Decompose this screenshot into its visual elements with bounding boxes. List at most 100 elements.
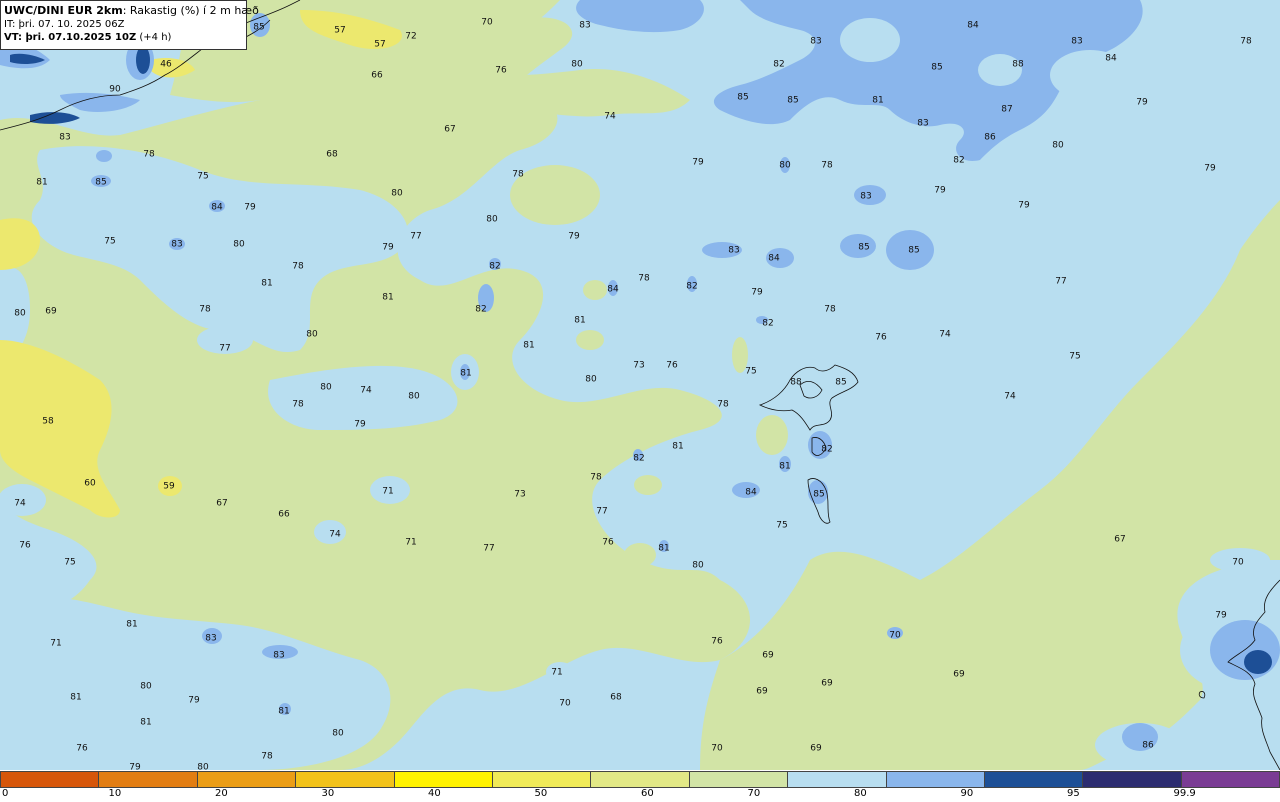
humidity-value-label: 66 — [371, 71, 383, 81]
humidity-value-label: 79 — [244, 203, 256, 213]
humidity-value-label: 80 — [14, 309, 26, 319]
humidity-value-label: 83 — [810, 37, 821, 47]
humidity-value-label: 74 — [939, 330, 951, 340]
humidity-value-label: 74 — [604, 112, 616, 122]
legend-swatch — [197, 772, 297, 787]
humidity-value-label: 84 — [745, 488, 757, 498]
humidity-value-label: 79 — [1204, 164, 1216, 174]
humidity-value-label: 75 — [64, 558, 75, 568]
humidity-value-label: 81 — [523, 341, 534, 351]
humidity-value-label: 67 — [1114, 535, 1125, 545]
humidity-value-label: 71 — [551, 668, 562, 678]
legend-swatch — [1083, 772, 1182, 787]
humidity-value-label: 69 — [756, 687, 768, 697]
valid-time-offset: (+4 h) — [136, 32, 172, 43]
humidity-value-label: 75 — [104, 237, 115, 247]
humidity-value-label: 77 — [1055, 277, 1066, 287]
humidity-value-label: 70 — [889, 631, 901, 641]
humidity-value-label: 74 — [14, 499, 26, 509]
legend-tick-label: 99.9 — [1173, 788, 1196, 799]
humidity-value-label: 79 — [129, 763, 141, 771]
humidity-value-label: 78 — [1240, 37, 1252, 47]
humidity-value-label: 90 — [109, 85, 121, 95]
humidity-value-label: 82 — [762, 319, 773, 329]
humidity-value-label: 57 — [334, 26, 345, 36]
initial-time: IT: þri. 07. 10. 2025 06Z — [4, 19, 125, 30]
humidity-value-label: 83 — [171, 240, 182, 250]
legend-tick-label: 70 — [747, 788, 761, 799]
humidity-value-label: 79 — [751, 288, 763, 298]
valid-time-main: VT: þri. 07.10.2025 10Z — [4, 32, 137, 43]
humidity-value-label: 81 — [672, 442, 683, 452]
humidity-value-label: 87 — [1001, 105, 1012, 115]
legend-tick-label: 80 — [854, 788, 867, 799]
humidity-value-label: 76 — [602, 538, 614, 548]
humidity-value-label: 79 — [188, 696, 200, 706]
legend-tick-label: 60 — [641, 788, 654, 799]
humidity-value-label: 76 — [495, 66, 507, 76]
legend-swatch — [394, 772, 493, 787]
humidity-value-label: 74 — [360, 386, 372, 396]
humidity-value-label: 73 — [514, 490, 525, 500]
humidity-value-label: 79 — [934, 186, 946, 196]
humidity-value-label: 83 — [273, 651, 284, 661]
parameter-name: : Rakastig (%) í 2 m hæð — [122, 4, 259, 17]
humidity-value-label: 71 — [382, 487, 393, 497]
humidity-value-label: 74 — [1004, 392, 1016, 402]
humidity-value-label: 85 — [787, 96, 798, 106]
humidity-value-label: 69 — [762, 651, 774, 661]
humidity-value-label: 81 — [574, 316, 585, 326]
humidity-value-label: 81 — [779, 462, 790, 472]
humidity-value-label: 79 — [382, 243, 394, 253]
legend-swatch — [788, 772, 887, 787]
humidity-value-label: 88 — [790, 378, 802, 388]
humidity-value-label: 84 — [967, 21, 979, 31]
humidity-value-label: 60 — [84, 479, 96, 489]
humidity-map[interactable]: 85 57 57 72 70 83 84 83 83 78 46 66 76 80 82 85 88 84 90 85… — [0, 0, 1280, 770]
humidity-value-label: 79 — [568, 232, 580, 242]
humidity-value-label: 71 — [405, 538, 416, 548]
humidity-value-label: 69 — [953, 670, 965, 680]
humidity-value-label: 72 — [405, 32, 416, 42]
legend-swatch — [99, 772, 198, 787]
humidity-value-label: 70 — [481, 18, 493, 28]
humidity-value-label: 83 — [917, 119, 928, 129]
humidity-value-label: 70 — [711, 744, 723, 754]
humidity-value-label: 81 — [278, 707, 289, 717]
humidity-value-label: 79 — [354, 420, 366, 430]
legend-swatch — [591, 772, 690, 787]
humidity-value-label: 85 — [835, 378, 846, 388]
humidity-value-label: 80 — [197, 763, 209, 771]
humidity-value-label: 71 — [50, 639, 61, 649]
humidity-value-label: 75 — [776, 521, 787, 531]
humidity-value-label: 86 — [1142, 741, 1154, 751]
humidity-value-label: 82 — [475, 305, 486, 315]
humidity-value-label: 82 — [686, 282, 697, 292]
humidity-value-label: 77 — [410, 232, 421, 242]
humidity-value-label: 86 — [984, 133, 996, 143]
humidity-value-label: 85 — [737, 93, 748, 103]
legend-swatch — [296, 772, 395, 787]
humidity-value-label: 77 — [596, 507, 607, 517]
legend-tick-label: 0 — [2, 788, 9, 799]
humidity-value-label: 80 — [306, 330, 318, 340]
humidity-value-label: 85 — [858, 243, 869, 253]
humidity-value-label: 76 — [711, 637, 723, 647]
humidity-value-label: 77 — [219, 344, 230, 354]
legend-tick-label: 30 — [321, 788, 335, 799]
humidity-value-label: 78 — [717, 400, 729, 410]
legend-tick-label: 40 — [428, 788, 441, 799]
legend-swatch — [1181, 772, 1280, 787]
humidity-value-label: 78 — [590, 473, 602, 483]
humidity-value-label: 79 — [1215, 611, 1227, 621]
humidity-value-label: 81 — [261, 279, 272, 289]
humidity-value-label: 80 — [408, 392, 420, 402]
humidity-value-label: 83 — [579, 21, 590, 31]
humidity-value-label: 85 — [253, 23, 264, 33]
humidity-value-label: 81 — [70, 693, 81, 703]
legend-tick-label: 90 — [960, 788, 974, 799]
humidity-value-label: 83 — [860, 192, 871, 202]
humidity-value-label: 78 — [824, 305, 836, 315]
humidity-value-label: 84 — [211, 203, 223, 213]
legend-swatch — [689, 772, 789, 787]
